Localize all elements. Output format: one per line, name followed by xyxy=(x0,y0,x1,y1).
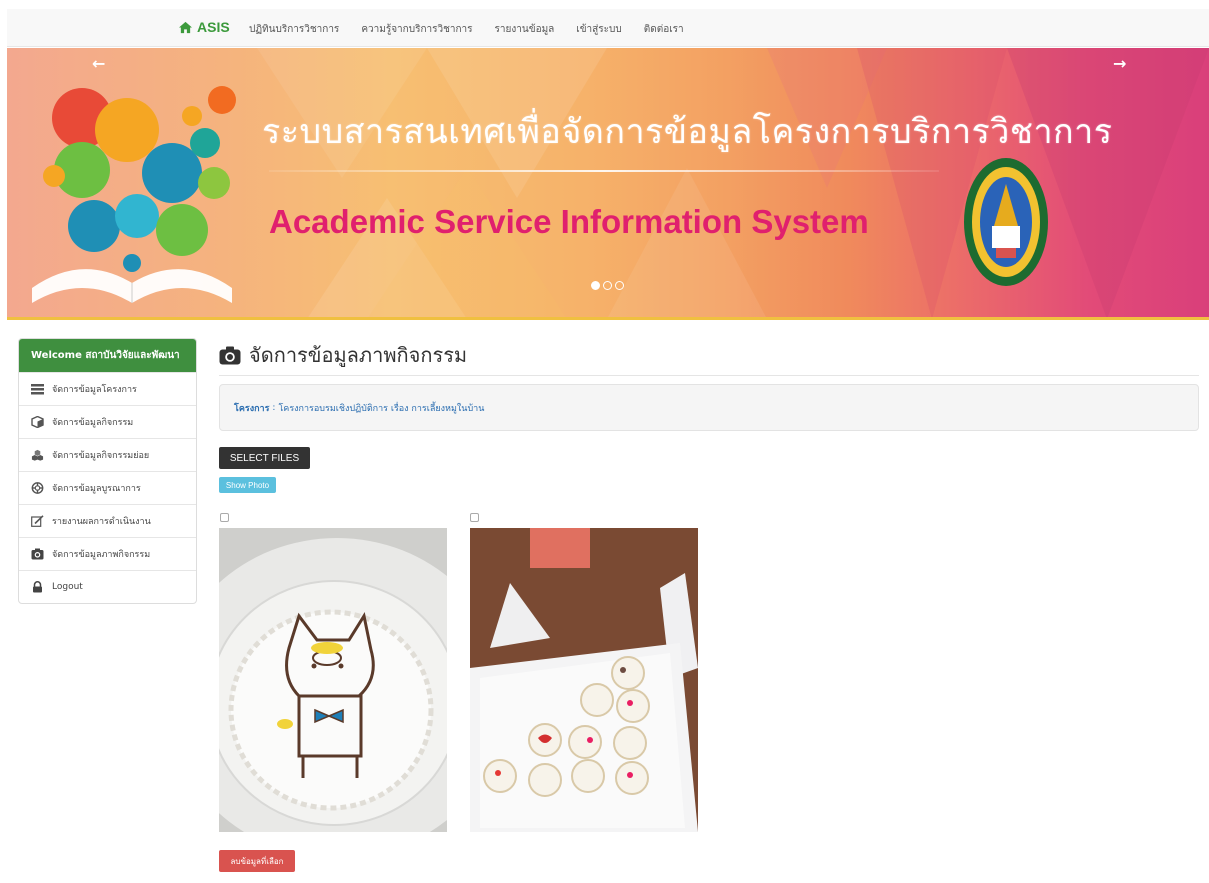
activity-photo-2 xyxy=(470,528,698,832)
page-title: จัดการข้อมูลภาพกิจกรรม xyxy=(219,339,467,371)
banner-title-english: Academic Service Information System xyxy=(269,203,869,240)
carousel-next-arrow[interactable]: → xyxy=(1113,54,1126,73)
title-divider xyxy=(219,375,1199,376)
activity-photo-1 xyxy=(219,528,447,832)
top-navbar: ASIS ปฏิทินบริการวิชาการ ความรู้จากบริกา… xyxy=(7,9,1209,47)
sidebar-item-logout[interactable]: Logout xyxy=(19,570,196,603)
carousel-indicators xyxy=(591,281,624,290)
carousel-dot-2[interactable] xyxy=(603,281,612,290)
banner-bottom-border xyxy=(7,317,1209,320)
edit-icon xyxy=(31,515,44,527)
cubes-icon xyxy=(31,449,44,461)
page-title-text: จัดการข้อมูลภาพกิจกรรม xyxy=(249,343,468,367)
nav-link-calendar[interactable]: ปฏิทินบริการวิชาการ xyxy=(249,22,339,37)
camera-icon xyxy=(219,346,241,364)
sidebar-item-photos[interactable]: จัดการข้อมูลภาพกิจกรรม xyxy=(19,537,196,570)
select-files-button[interactable]: SELECT FILES xyxy=(219,447,310,469)
sidebar-item-integration[interactable]: จัดการข้อมูลบูรณาการ xyxy=(19,471,196,504)
sidebar-item-sub-activities[interactable]: จัดการข้อมูลกิจกรรมย่อย xyxy=(19,438,196,471)
sidebar-item-label: จัดการข้อมูลโครงการ xyxy=(52,385,137,395)
project-separator: : xyxy=(272,402,276,413)
banner-divider xyxy=(269,170,939,172)
brand-text: ASIS xyxy=(197,19,230,35)
life-ring-icon xyxy=(31,482,44,494)
sidebar-item-report[interactable]: รายงานผลการดำเนินงาน xyxy=(19,504,196,537)
lock-icon xyxy=(33,581,42,593)
sidebar-menu: Welcome สถาบันวิจัยและพัฒนา จัดการข้อมูล… xyxy=(18,338,197,604)
sidebar-item-label: จัดการข้อมูลกิจกรรมย่อย xyxy=(52,451,150,461)
nav-link-knowledge[interactable]: ความรู้จากบริการวิชาการ xyxy=(361,22,472,37)
hero-carousel: ← → ระบบสารสนเทศเพื่อจัดการข้อมูลโครงการ… xyxy=(7,48,1209,319)
photo-2-checkbox[interactable] xyxy=(470,513,479,522)
carousel-dot-1[interactable] xyxy=(591,281,600,290)
delete-selected-button[interactable]: ลบข้อมูลที่เลือก xyxy=(219,850,295,872)
brand-link[interactable]: ASIS xyxy=(178,19,230,35)
photo-1-checkbox[interactable] xyxy=(220,513,229,522)
nav-link-login[interactable]: เข้าสู่ระบบ xyxy=(576,22,621,37)
sidebar-welcome: Welcome สถาบันวิจัยและพัฒนา xyxy=(19,339,196,372)
banner-title-thai: ระบบสารสนเทศเพื่อจัดการข้อมูลโครงการบริก… xyxy=(262,113,1113,151)
sidebar-item-label: จัดการข้อมูลบูรณาการ xyxy=(52,484,141,494)
cupcakes-box-photo xyxy=(470,528,698,832)
project-label: โครงการ xyxy=(234,403,270,414)
nav-link-contact[interactable]: ติดต่อเรา xyxy=(644,22,684,37)
show-photo-button[interactable]: Show Photo xyxy=(219,477,276,493)
cat-cake-photo xyxy=(219,528,447,832)
project-name: โครงการอบรมเชิงปฏิบัติการ เรื่อง การเลี้… xyxy=(278,403,485,414)
project-info-panel: โครงการ : โครงการอบรมเชิงปฏิบัติการ เรื่… xyxy=(219,384,1199,431)
university-seal xyxy=(964,158,1048,286)
nav-link-report[interactable]: รายงานข้อมูล xyxy=(495,22,555,37)
list-icon xyxy=(31,384,44,395)
cube-icon xyxy=(31,416,44,428)
science-book-illustration xyxy=(32,86,236,303)
sidebar-item-label: จัดการข้อมูลภาพกิจกรรม xyxy=(52,550,151,560)
camera-icon xyxy=(31,548,44,560)
sidebar-item-activities[interactable]: จัดการข้อมูลกิจกรรม xyxy=(19,405,196,438)
home-icon xyxy=(179,21,192,33)
nav-links: ปฏิทินบริการวิชาการ ความรู้จากบริการวิชา… xyxy=(249,22,684,37)
carousel-dot-3[interactable] xyxy=(615,281,624,290)
sidebar-item-label: Logout xyxy=(52,582,83,592)
sidebar-item-label: รายงานผลการดำเนินงาน xyxy=(52,517,151,527)
sidebar-item-label: จัดการข้อมูลกิจกรรม xyxy=(52,418,134,428)
sidebar-item-projects[interactable]: จัดการข้อมูลโครงการ xyxy=(19,372,196,405)
